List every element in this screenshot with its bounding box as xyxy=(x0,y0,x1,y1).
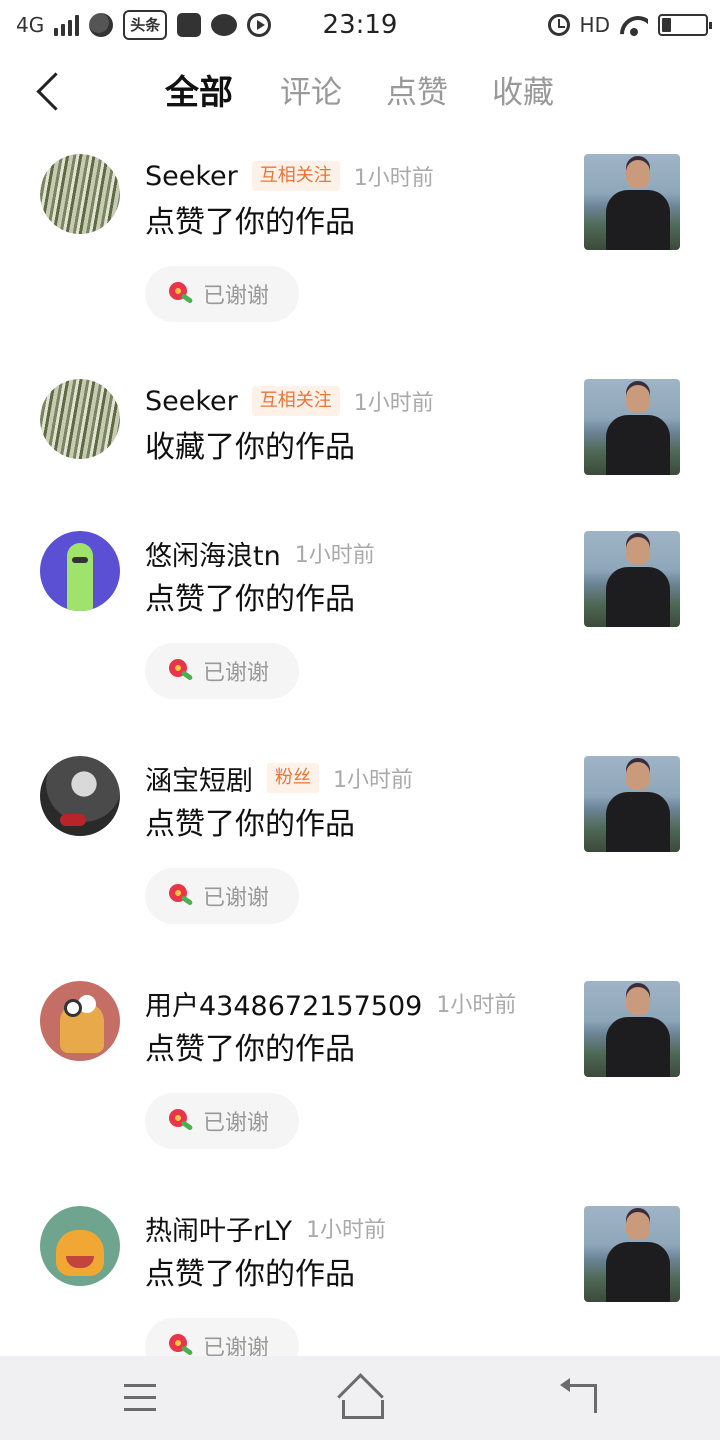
work-thumbnail[interactable] xyxy=(584,154,680,250)
work-thumbnail[interactable] xyxy=(584,756,680,852)
thanks-label: 已谢谢 xyxy=(203,661,270,686)
name-row: Seeker 互相关注 1小时前 xyxy=(145,156,434,196)
tab-likes[interactable]: 点赞 xyxy=(386,72,448,114)
wifi-icon xyxy=(620,14,648,36)
flower-icon xyxy=(165,882,193,910)
flower-icon xyxy=(165,1107,193,1135)
action-text: 点赞了你的作品 xyxy=(145,1257,355,1292)
avatar[interactable] xyxy=(40,756,120,836)
work-thumbnail[interactable] xyxy=(584,531,680,627)
avatar[interactable] xyxy=(40,379,120,459)
username[interactable]: 悠闲海浪tn xyxy=(145,534,281,573)
return-icon[interactable] xyxy=(550,1374,610,1422)
home-icon[interactable] xyxy=(330,1374,390,1422)
alarm-icon xyxy=(547,14,570,36)
status-right: HD xyxy=(547,10,712,40)
action-text: 点赞了你的作品 xyxy=(145,582,355,617)
name-row: 悠闲海浪tn 1小时前 xyxy=(145,533,375,573)
name-row: Seeker 互相关注 1小时前 xyxy=(145,381,434,421)
relation-badge: 粉丝 xyxy=(267,763,319,793)
back-button[interactable] xyxy=(22,66,74,118)
username[interactable]: 用户4348672157509 xyxy=(145,984,422,1023)
timestamp: 1小时前 xyxy=(294,543,375,568)
flower-icon xyxy=(165,280,193,308)
avatar[interactable] xyxy=(40,154,120,234)
flower-icon xyxy=(165,657,193,685)
tab-all[interactable]: 全部 xyxy=(165,72,233,114)
username[interactable]: 热闹叶子rLY xyxy=(145,1209,292,1248)
thanks-button[interactable]: 已谢谢 xyxy=(145,868,299,924)
tab-comments[interactable]: 评论 xyxy=(280,72,342,114)
timestamp: 1小时前 xyxy=(353,391,434,416)
username[interactable]: Seeker xyxy=(145,161,238,192)
thanks-label: 已谢谢 xyxy=(203,1111,270,1136)
thanks-button[interactable]: 已谢谢 xyxy=(145,266,299,322)
hd-indicator: HD xyxy=(579,13,610,37)
relation-badge: 互相关注 xyxy=(251,161,340,191)
username[interactable]: Seeker xyxy=(145,386,238,417)
avatar[interactable] xyxy=(40,1206,120,1286)
thanks-label: 已谢谢 xyxy=(203,886,270,911)
name-row: 用户4348672157509 1小时前 xyxy=(145,983,516,1023)
name-row: 涵宝短剧 粉丝 1小时前 xyxy=(145,758,413,798)
avatar[interactable] xyxy=(40,981,120,1061)
thanks-button[interactable]: 已谢谢 xyxy=(145,643,299,699)
notification-list: Seeker 互相关注 1小时前 点赞了你的作品 已谢谢 Seeker 互相关注… xyxy=(0,136,720,1356)
thanks-button[interactable]: 已谢谢 xyxy=(145,1093,299,1149)
tab-favorites[interactable]: 收藏 xyxy=(492,72,554,114)
name-row: 热闹叶子rLY 1小时前 xyxy=(145,1208,386,1248)
battery-icon xyxy=(658,14,712,36)
flower-icon xyxy=(165,1332,193,1356)
timestamp: 1小时前 xyxy=(333,768,413,793)
action-text: 点赞了你的作品 xyxy=(145,807,355,842)
work-thumbnail[interactable] xyxy=(584,981,680,1077)
thanks-label: 已谢谢 xyxy=(203,1336,270,1356)
menu-icon[interactable] xyxy=(110,1374,170,1422)
status-bar: 4G 头条 23:19 HD xyxy=(0,0,720,52)
avatar[interactable] xyxy=(40,531,120,611)
thanks-label: 已谢谢 xyxy=(203,284,270,309)
action-text: 收藏了你的作品 xyxy=(145,430,355,465)
thanks-button[interactable]: 已谢谢 xyxy=(145,1318,299,1356)
relation-badge: 互相关注 xyxy=(251,386,340,416)
work-thumbnail[interactable] xyxy=(584,1206,680,1302)
action-text: 点赞了你的作品 xyxy=(145,205,355,240)
timestamp: 1小时前 xyxy=(353,166,434,191)
timestamp: 1小时前 xyxy=(436,993,517,1018)
action-text: 点赞了你的作品 xyxy=(145,1032,355,1067)
timestamp: 1小时前 xyxy=(306,1218,387,1243)
header: 全部 评论 点赞 收藏 xyxy=(0,52,720,136)
work-thumbnail[interactable] xyxy=(584,379,680,475)
username[interactable]: 涵宝短剧 xyxy=(145,759,253,798)
system-nav-bar xyxy=(0,1356,720,1440)
